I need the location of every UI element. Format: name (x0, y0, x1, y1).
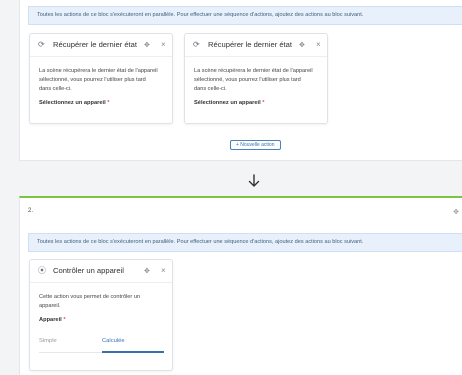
tab-simple[interactable]: Simple (39, 338, 57, 344)
card-title: Contrôler un appareil (53, 266, 124, 275)
required-mark: * (63, 317, 66, 323)
tab-calculated[interactable]: Calculée (102, 338, 125, 344)
device-field-label: Appareil * (39, 317, 66, 323)
drag-handle-icon[interactable]: ✥ (453, 208, 459, 216)
action-card-get-last-state-1: ⟳ Récupérer le dernier état ✥ × La scène… (29, 33, 173, 124)
action-card-get-last-state-2: ⟳ Récupérer le dernier état ✥ × La scène… (184, 33, 328, 124)
parallel-info-banner: Toutes les actions de ce bloc s'exécuter… (28, 233, 462, 252)
close-icon[interactable]: × (161, 267, 166, 275)
arrow-down-icon (248, 174, 260, 187)
refresh-icon: ⟳ (193, 40, 200, 49)
card-title: Récupérer le dernier état (208, 40, 292, 49)
select-device-label: Sélectionnez un appareil * (39, 100, 110, 106)
block-number: 2. (28, 208, 34, 214)
required-mark: * (107, 100, 110, 106)
mode-tabs: Simple Calculée (39, 338, 164, 353)
select-device-label: Sélectionnez un appareil * (194, 100, 265, 106)
card-description: La scène récupérera le dernier état de l… (39, 68, 158, 92)
card-header: ⦿ Contrôler un appareil ✥ × (30, 260, 172, 283)
close-icon[interactable]: × (316, 41, 321, 49)
scene-block-2: 2. ✥ Toutes les actions de ce bloc s'exé… (19, 196, 462, 375)
new-action-button[interactable]: + Nouvelle action (230, 140, 281, 150)
refresh-icon: ⟳ (38, 40, 45, 49)
scene-block-1: Toutes les actions de ce bloc s'exécuter… (19, 0, 462, 161)
device-icon: ⦿ (38, 266, 46, 275)
close-icon[interactable]: × (161, 41, 166, 49)
active-tab-indicator (102, 351, 164, 353)
card-description: Cette action vous permet de contrôler un… (39, 294, 141, 309)
card-title: Récupérer le dernier état (53, 40, 137, 49)
move-icon[interactable]: ✥ (299, 42, 305, 50)
card-header: ⟳ Récupérer le dernier état ✥ × (30, 34, 172, 57)
action-card-control-device: ⦿ Contrôler un appareil ✥ × Cette action… (29, 259, 173, 371)
required-mark: * (262, 100, 265, 106)
move-icon[interactable]: ✥ (144, 42, 150, 50)
card-description: La scène récupérera le dernier état de l… (194, 68, 313, 92)
parallel-info-banner: Toutes les actions de ce bloc s'exécuter… (28, 6, 462, 25)
move-icon[interactable]: ✥ (144, 268, 150, 276)
card-header: ⟳ Récupérer le dernier état ✥ × (185, 34, 327, 57)
